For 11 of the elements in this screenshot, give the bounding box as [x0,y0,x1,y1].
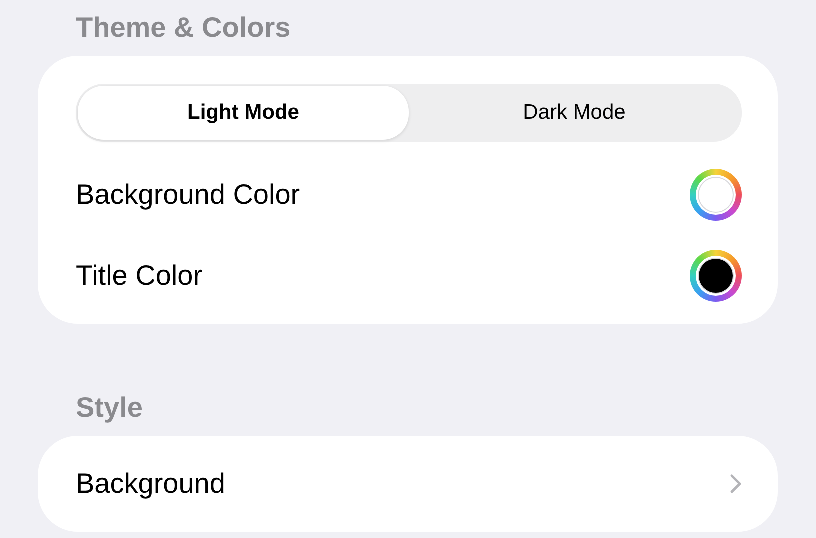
section-header: Style [75,391,144,425]
row-label: Background Color [76,178,300,210]
chevron-icon [730,474,742,494]
segment-tab[interactable]: Dark Mode [409,86,740,140]
row-label: Title Color [76,260,203,292]
color-picker-well[interactable] [690,168,742,220]
section-header: Theme & Colors [75,11,292,45]
row-label: Background [76,468,226,500]
nav-row[interactable]: Background [76,444,742,524]
segment-tab[interactable]: Light Mode [78,86,409,140]
color-picker-well[interactable] [690,250,742,302]
